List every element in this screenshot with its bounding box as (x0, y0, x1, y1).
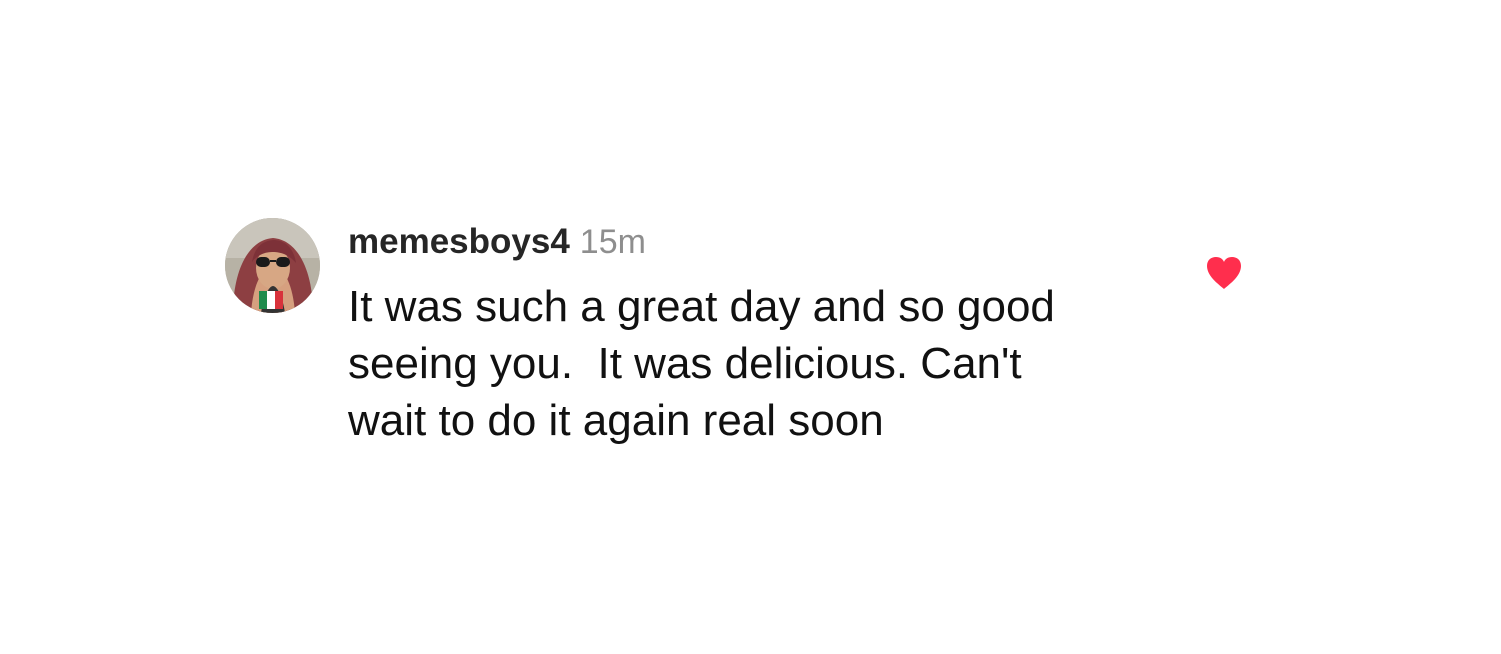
avatar-photo (225, 218, 320, 313)
like-button[interactable] (1205, 256, 1243, 290)
username-link[interactable]: memesboys4 (348, 222, 570, 261)
comment-timestamp: 15m (579, 223, 646, 261)
comment-text: It was such a great day and so good seei… (348, 282, 1055, 445)
comment-meta: memesboys4 15m (348, 218, 1168, 266)
comment-item: memesboys4 15m It was such a great day an… (225, 218, 1275, 458)
comment-content: memesboys4 15m It was such a great day an… (348, 218, 1168, 449)
avatar[interactable] (225, 218, 320, 313)
heart-icon (1207, 257, 1241, 289)
